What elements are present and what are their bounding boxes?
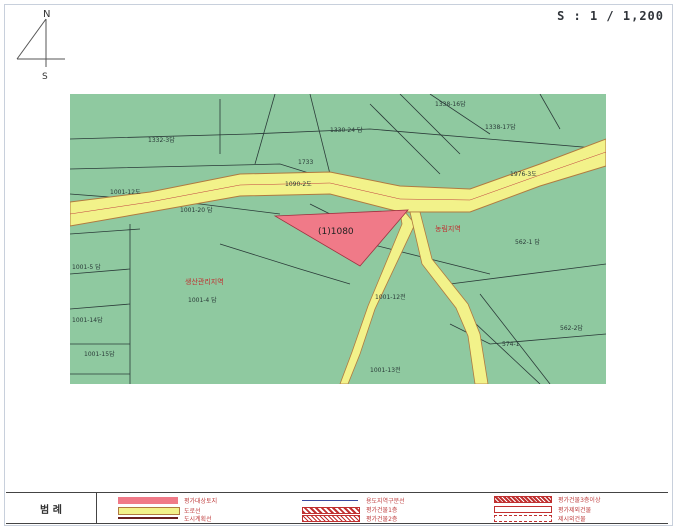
legend-swatch-road xyxy=(118,507,180,515)
legend-swatch-unlisted xyxy=(494,515,552,522)
legend-item: 용도지역구분선 xyxy=(366,498,405,505)
parcel-label: 1001-15답 xyxy=(84,351,115,358)
south-label: S xyxy=(42,72,48,82)
parcel-label: 562-2답 xyxy=(560,325,583,332)
legend: 범 례 평가대상토지 도로선 도시계획선 용도지역구분선 평가건물1층 평가건물… xyxy=(6,492,668,524)
legend-item: 평가건물1층 xyxy=(366,507,398,514)
parcel-label: 562-1 답 xyxy=(515,239,540,246)
parcel-label: 1332-3답 xyxy=(148,137,175,144)
cadastral-map: (1)1080 1338-16답 1330-24 답 1338-17답 1332… xyxy=(70,94,606,384)
zone-label: 생산관리지역 xyxy=(185,277,224,286)
north-label: N xyxy=(43,9,50,20)
legend-title: 범 례 xyxy=(6,493,97,523)
scale-text: S : 1 / 1,200 xyxy=(557,9,664,23)
legend-item: 평가건물3층이상 xyxy=(558,497,601,504)
parcel-label: 1976-3도 xyxy=(510,171,537,178)
parcel-label: 1001-5 답 xyxy=(72,264,101,271)
legend-swatch-floor2 xyxy=(302,515,360,522)
legend-swatch-subject xyxy=(118,497,178,504)
legend-item: 평가제외건물 xyxy=(558,507,592,514)
parcel-label: 1001-20 답 xyxy=(180,207,213,214)
parcel-label: 1001-12도 xyxy=(110,189,141,196)
legend-item: 평가대상토지 xyxy=(184,498,218,505)
legend-item: 제시외건물 xyxy=(558,516,586,523)
parcel-label: 1001-4 답 xyxy=(188,297,217,304)
parcel-label: 1001-14답 xyxy=(72,317,103,324)
legend-swatch-excluded xyxy=(494,506,552,513)
parcel-label: 574-1 xyxy=(502,341,520,348)
legend-swatch-plan-line xyxy=(118,517,178,519)
parcel-label: 1733 xyxy=(298,159,313,166)
legend-swatch-floor1 xyxy=(302,507,360,514)
parcel-label: 1338-17답 xyxy=(485,124,516,131)
parcel-label: 1330-24 답 xyxy=(330,127,363,134)
legend-swatch-zone-line xyxy=(302,500,358,501)
parcel-label: 1338-16답 xyxy=(435,101,466,108)
parcel-label: 1001-12전 xyxy=(375,293,406,301)
north-arrow-icon: N S xyxy=(16,9,65,82)
parcel-label: 1090-2도 xyxy=(285,181,312,188)
zone-label: 농림지역 xyxy=(435,224,461,233)
parcel-label: 1001-13전 xyxy=(370,366,401,374)
legend-item: 도시계획선 xyxy=(184,516,212,523)
legend-swatch-floor3 xyxy=(494,496,552,503)
subject-parcel-label: (1)1080 xyxy=(318,227,354,237)
legend-item: 평가건물2층 xyxy=(366,516,398,523)
